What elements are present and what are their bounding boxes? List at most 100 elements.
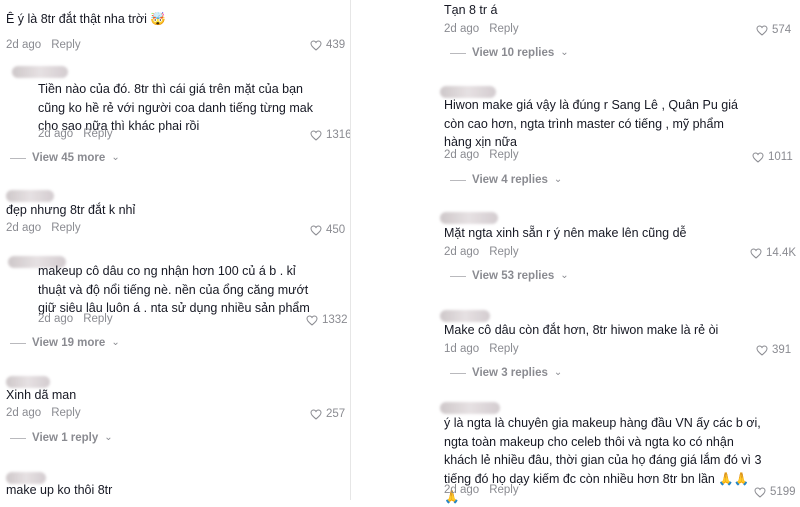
comment-time: 2d ago: [38, 313, 74, 325]
chevron-down-icon: ⌄: [104, 432, 113, 443]
view-more-label: View 1 reply: [32, 432, 99, 444]
divider-line: [450, 275, 466, 277]
reply-button[interactable]: Reply: [51, 407, 80, 419]
column-divider: [350, 0, 351, 500]
comment-meta: 2d ago Reply: [444, 148, 519, 162]
like-button[interactable]: 439: [310, 38, 345, 52]
comment-text: make up ko thôi 8tr: [6, 483, 113, 497]
chevron-down-icon: ⌄: [560, 270, 569, 281]
divider-line: [450, 179, 466, 181]
like-count: 1316: [326, 129, 352, 141]
like-count: 257: [326, 408, 346, 420]
like-button[interactable]: 5199: [754, 485, 796, 499]
comment-meta: 2d ago Reply: [6, 221, 81, 235]
heart-icon: [752, 151, 764, 163]
view-replies-button[interactable]: View 3 replies ⌄: [450, 366, 562, 380]
comment-text: Mặt ngta xinh sẵn r ý nên make lên cũng …: [444, 226, 687, 240]
comment-time: 2d ago: [444, 246, 480, 258]
heart-icon: [310, 129, 322, 141]
comment-meta: 2d ago Reply: [444, 245, 519, 259]
comment-time: 1d ago: [444, 343, 480, 355]
avatar[interactable]: [12, 66, 68, 78]
comment-time: 2d ago: [6, 39, 42, 51]
heart-icon: [306, 314, 318, 326]
reply-button[interactable]: Reply: [489, 343, 518, 355]
like-count: 574: [772, 24, 792, 36]
comment-meta: 2d ago Reply: [38, 312, 113, 326]
comments-column-left: Ê ý là 8tr đắt thật nha trời 🤯 2d ago Rep…: [0, 0, 352, 500]
reply-button[interactable]: Reply: [51, 39, 80, 51]
like-button[interactable]: 391: [756, 343, 791, 357]
divider-line: [450, 372, 466, 374]
comment-time: 2d ago: [6, 222, 42, 234]
reply-button[interactable]: Reply: [489, 484, 518, 496]
chevron-down-icon: ⌄: [553, 367, 563, 378]
view-replies-label: View 10 replies: [472, 47, 555, 59]
view-replies-label: View 3 replies: [472, 367, 548, 379]
reply-button[interactable]: Reply: [489, 246, 518, 258]
like-count: 1332: [322, 314, 348, 326]
heart-icon: [756, 344, 768, 356]
view-replies-button[interactable]: View 10 replies ⌄: [450, 46, 569, 60]
comment-time: 2d ago: [444, 484, 480, 496]
avatar[interactable]: [440, 212, 498, 224]
reply-button[interactable]: Reply: [51, 222, 80, 234]
comment-text: đẹp nhưng 8tr đắt k nhỉ: [6, 203, 136, 217]
like-button[interactable]: 450: [310, 223, 345, 237]
view-replies-label: View 53 replies: [472, 270, 555, 282]
like-button[interactable]: 14.4K: [750, 246, 796, 260]
view-more-replies-button[interactable]: View 45 more ⌄: [10, 151, 120, 165]
comment-body: ý là ngta là chuyên gia makeup hàng đầu …: [444, 416, 762, 486]
divider-line: [10, 437, 26, 439]
comment-meta: 2d ago Reply: [6, 406, 81, 420]
like-count: 14.4K: [766, 247, 797, 259]
like-count: 439: [326, 39, 346, 51]
reply-button[interactable]: Reply: [83, 128, 112, 140]
like-button[interactable]: 1316: [310, 128, 352, 142]
like-count: 450: [326, 224, 346, 236]
divider-line: [450, 52, 466, 54]
avatar[interactable]: [440, 402, 500, 414]
heart-icon: [754, 486, 766, 498]
comment-text: Tạn 8 tr á: [444, 3, 498, 17]
reply-text: makeup cô dâu co ng nhận hơn 100 củ á b …: [38, 264, 310, 315]
like-count: 1011: [768, 151, 793, 163]
view-more-label: View 19 more: [32, 337, 106, 349]
reply-button[interactable]: Reply: [83, 313, 112, 325]
reply-button[interactable]: Reply: [489, 23, 518, 35]
heart-icon: [310, 39, 322, 51]
view-replies-button[interactable]: View 4 replies ⌄: [450, 173, 562, 187]
like-button[interactable]: 574: [756, 23, 791, 37]
heart-icon: [756, 24, 768, 36]
like-button[interactable]: 1332: [306, 313, 348, 327]
chevron-down-icon: ⌄: [553, 174, 563, 185]
view-replies-button[interactable]: View 53 replies ⌄: [450, 269, 569, 283]
like-button[interactable]: 1011: [752, 150, 793, 164]
divider-line: [10, 342, 26, 344]
view-more-replies-button[interactable]: View 19 more ⌄: [10, 336, 120, 350]
comment-text: Ê ý là 8tr đắt thật nha trời 🤯: [6, 12, 166, 26]
comment-meta: 2d ago Reply: [38, 127, 113, 141]
chevron-down-icon: ⌄: [111, 337, 120, 348]
heart-icon: [750, 247, 762, 259]
comment-meta: 2d ago Reply: [444, 483, 519, 497]
like-button[interactable]: 257: [310, 407, 345, 421]
comment-text: Make cô dâu còn đắt hơn, 8tr hiwon make …: [444, 323, 719, 337]
comment-time: 2d ago: [38, 128, 74, 140]
comment-time: 2d ago: [6, 407, 42, 419]
view-replies-label: View 4 replies: [472, 174, 548, 186]
chevron-down-icon: ⌄: [111, 152, 120, 163]
comment-text: Hiwon make giá vậy là đúng r Sang Lê , Q…: [444, 98, 738, 149]
like-count: 5199: [770, 486, 796, 498]
comment-meta: 2d ago Reply: [444, 22, 519, 36]
comment-time: 2d ago: [444, 149, 480, 161]
divider-line: [10, 157, 26, 159]
comment-meta: 1d ago Reply: [444, 342, 519, 356]
comment-meta: 2d ago Reply: [6, 38, 81, 52]
reply-button[interactable]: Reply: [489, 149, 518, 161]
comment-time: 2d ago: [444, 23, 480, 35]
heart-icon: [310, 224, 322, 236]
like-count: 391: [772, 344, 792, 356]
comments-column-right: Tạn 8 tr á 2d ago Reply 574 View 10 repli…: [352, 0, 800, 504]
view-more-replies-button[interactable]: View 1 reply ⌄: [10, 431, 113, 445]
